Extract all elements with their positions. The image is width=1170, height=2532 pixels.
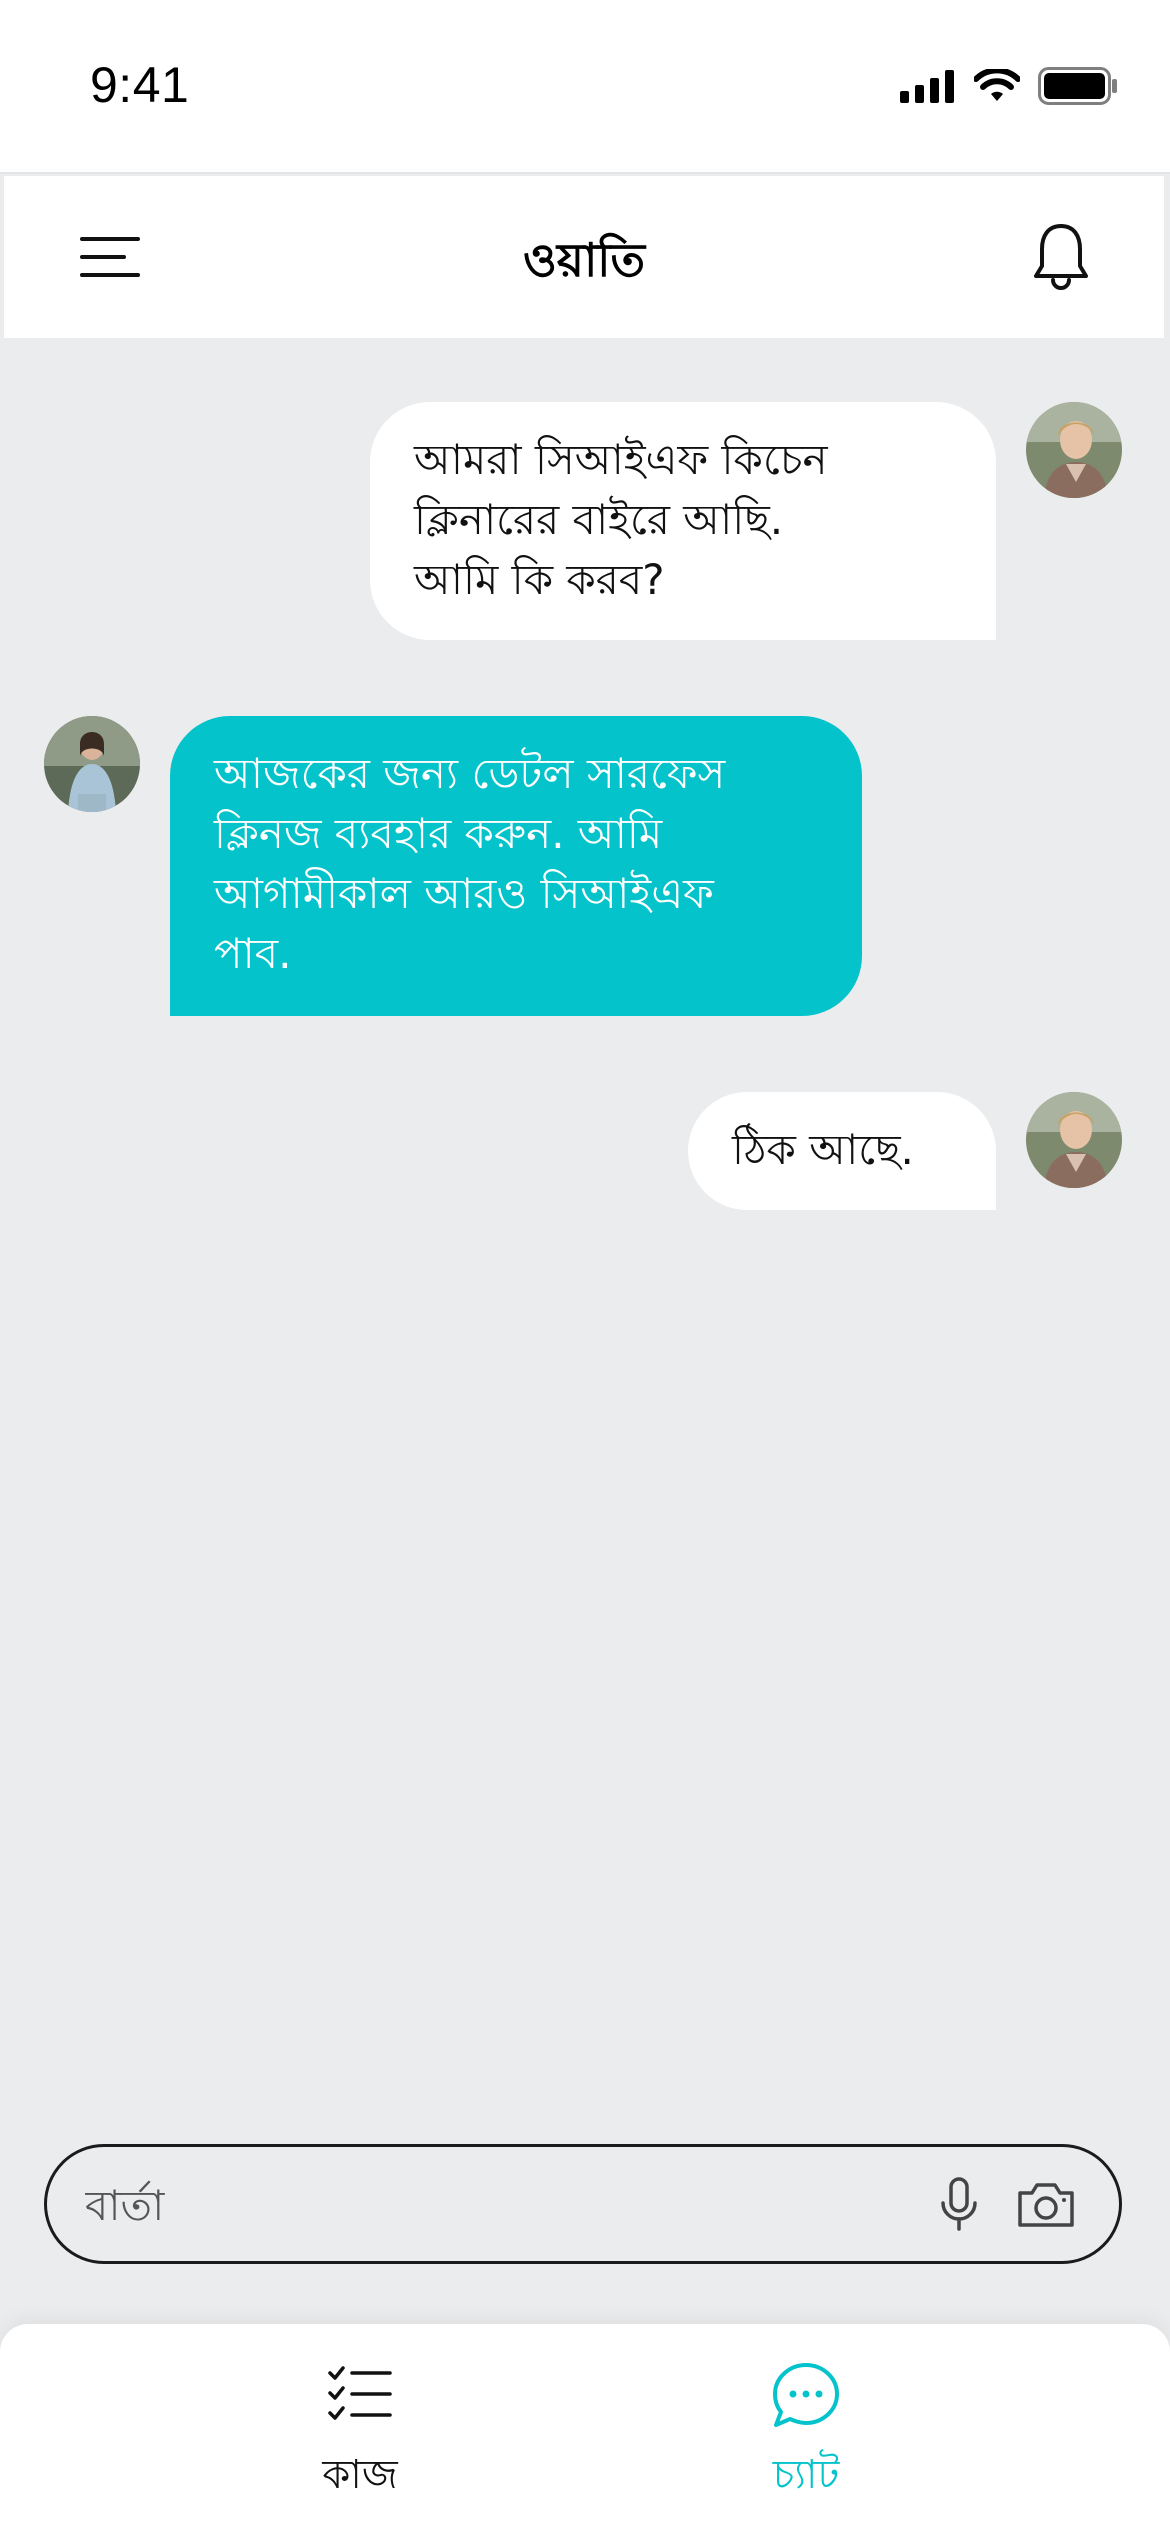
app-header: ওয়াতি bbox=[4, 176, 1164, 338]
tab-chat-label: চ্যাট bbox=[772, 2452, 840, 2498]
tasks-checklist-icon bbox=[328, 2365, 392, 2420]
chat-bubble-icon bbox=[773, 2362, 839, 2427]
camera-button[interactable] bbox=[1013, 2177, 1079, 2233]
microphone-icon bbox=[941, 2177, 977, 2231]
status-time: 9:41 bbox=[90, 57, 190, 113]
notifications-button[interactable] bbox=[1026, 218, 1096, 296]
status-icons bbox=[900, 64, 1118, 112]
battery-icon bbox=[1038, 67, 1118, 109]
chat-title: ওয়াতি bbox=[523, 233, 645, 287]
message-composer bbox=[44, 2144, 1122, 2264]
bottom-tab-bar: কাজ চ্যাট bbox=[0, 2324, 1170, 2532]
bell-icon bbox=[1034, 224, 1088, 290]
message-bubble-outgoing[interactable]: আমরা সিআইএফ কিচেন ক্লিনারের বাইরে আছি. আ… bbox=[370, 402, 996, 640]
cellular-signal-icon bbox=[900, 69, 956, 107]
tab-tasks-label: কাজ bbox=[322, 2452, 398, 2498]
avatar-sender bbox=[1026, 1092, 1122, 1188]
voice-message-button[interactable] bbox=[933, 2175, 985, 2235]
avatar-sender bbox=[1026, 402, 1122, 498]
message-bubble-outgoing[interactable]: ঠিক আছে. bbox=[688, 1092, 996, 1210]
tab-tasks[interactable]: কাজ bbox=[230, 2360, 490, 2510]
tab-chat[interactable]: চ্যাট bbox=[676, 2360, 936, 2510]
message-input[interactable] bbox=[85, 2167, 885, 2243]
camera-icon bbox=[1018, 2183, 1074, 2227]
status-bar: 9:41 bbox=[0, 0, 1170, 174]
avatar-recipient bbox=[44, 716, 140, 812]
chat-screen: 9:41 ওয়াতি আমরা সিআইএফ কিচেন ক্লিনারের … bbox=[0, 0, 1170, 2532]
wifi-icon bbox=[973, 67, 1021, 107]
message-bubble-incoming[interactable]: আজকের জন্য ডেটল সারফেস ক্লিনজ ব্যবহার কর… bbox=[170, 716, 862, 1016]
